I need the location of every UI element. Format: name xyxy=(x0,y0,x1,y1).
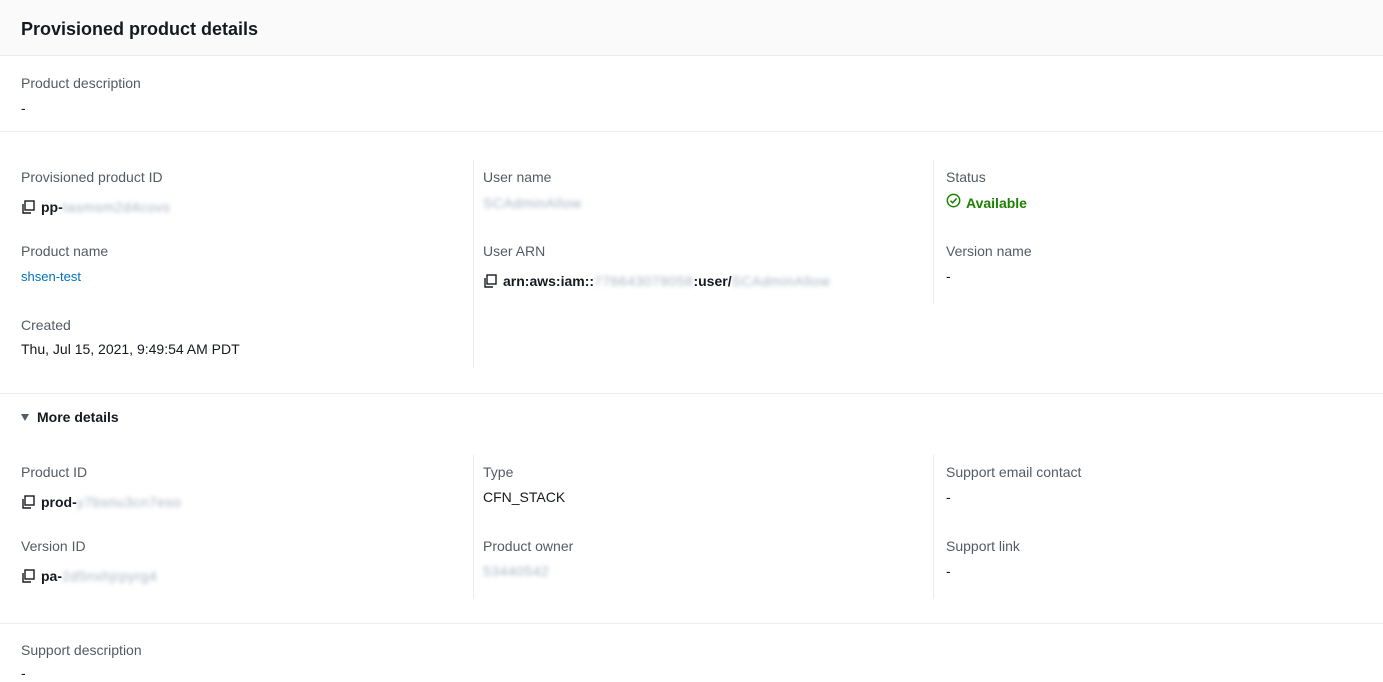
column-divider xyxy=(473,455,474,599)
more-details-toggle[interactable]: More details xyxy=(21,409,119,425)
product-id-label: Product ID xyxy=(21,464,88,480)
user-name-label: User name xyxy=(483,169,552,185)
user-arn-label: User ARN xyxy=(483,243,546,259)
redacted-text: tasmsm2d4covs xyxy=(62,199,171,215)
caret-down-icon xyxy=(21,413,29,421)
product-owner-label: Product owner xyxy=(483,538,574,554)
copy-icon[interactable] xyxy=(483,274,497,288)
product-owner-value: 53440542 xyxy=(483,562,549,580)
id-prefix: prod- xyxy=(41,494,77,510)
redacted-text: 2d5nxhjrpyrg4 xyxy=(62,568,158,584)
redacted-text: 776643078058 xyxy=(594,273,694,289)
divider xyxy=(0,393,1383,394)
status-label: Status xyxy=(946,169,986,185)
copy-icon[interactable] xyxy=(21,569,35,583)
support-email-value: - xyxy=(946,489,951,505)
id-prefix: pa- xyxy=(41,568,62,584)
divider xyxy=(0,131,1383,132)
arn-mid: :user/ xyxy=(693,273,732,289)
created-label: Created xyxy=(21,317,71,333)
redacted-text: y7bsnu3cn7eso xyxy=(76,494,182,510)
type-label: Type xyxy=(483,464,514,480)
version-id-label: Version ID xyxy=(21,538,86,554)
arn-prefix: arn:aws:iam:: xyxy=(503,273,595,289)
panel-title: Provisioned product details xyxy=(21,19,259,39)
redacted-text: 53440542 xyxy=(483,563,550,579)
version-name-value: - xyxy=(946,268,951,284)
support-description-label: Support description xyxy=(21,642,142,658)
panel-header: Provisioned product details xyxy=(0,0,1383,56)
copy-icon[interactable] xyxy=(21,200,35,214)
column-divider xyxy=(933,455,934,599)
divider xyxy=(0,623,1383,624)
product-description-value: - xyxy=(21,100,26,116)
user-name-value: SCAdminAllow xyxy=(483,194,582,212)
product-description-label: Product description xyxy=(21,75,141,91)
user-arn-value: arn:aws:iam::776643078058:user/SCAdminAl… xyxy=(483,272,830,290)
status-value: Available xyxy=(966,194,1027,211)
provisioned-product-id-value: pp-tasmsm2d4covs xyxy=(21,198,170,216)
version-id-value: pa-2d5nxhjrpyrg4 xyxy=(21,567,157,585)
created-value: Thu, Jul 15, 2021, 9:49:54 AM PDT xyxy=(21,341,240,357)
id-prefix: pp- xyxy=(41,199,63,215)
redacted-text: SCAdminAllow xyxy=(731,273,831,289)
support-link-value: - xyxy=(946,563,951,579)
provisioned-product-id-label: Provisioned product ID xyxy=(21,169,163,185)
provisioned-product-details-panel: Provisioned product details Product desc… xyxy=(0,0,1383,681)
check-circle-icon xyxy=(946,193,961,212)
column-divider xyxy=(473,160,474,368)
product-name-link[interactable]: shsen-test xyxy=(21,268,81,286)
status-badge: Available xyxy=(946,193,1027,212)
column-divider xyxy=(933,160,934,304)
version-name-label: Version name xyxy=(946,243,1032,259)
support-link-label: Support link xyxy=(946,538,1020,554)
support-email-label: Support email contact xyxy=(946,464,1082,480)
type-value: CFN_STACK xyxy=(483,489,566,505)
product-id-value: prod-y7bsnu3cn7eso xyxy=(21,493,181,511)
product-name-label: Product name xyxy=(21,243,109,259)
support-description-value: - xyxy=(21,665,26,681)
more-details-label: More details xyxy=(37,409,119,425)
redacted-text: SCAdminAllow xyxy=(483,195,582,211)
copy-icon[interactable] xyxy=(21,495,35,509)
